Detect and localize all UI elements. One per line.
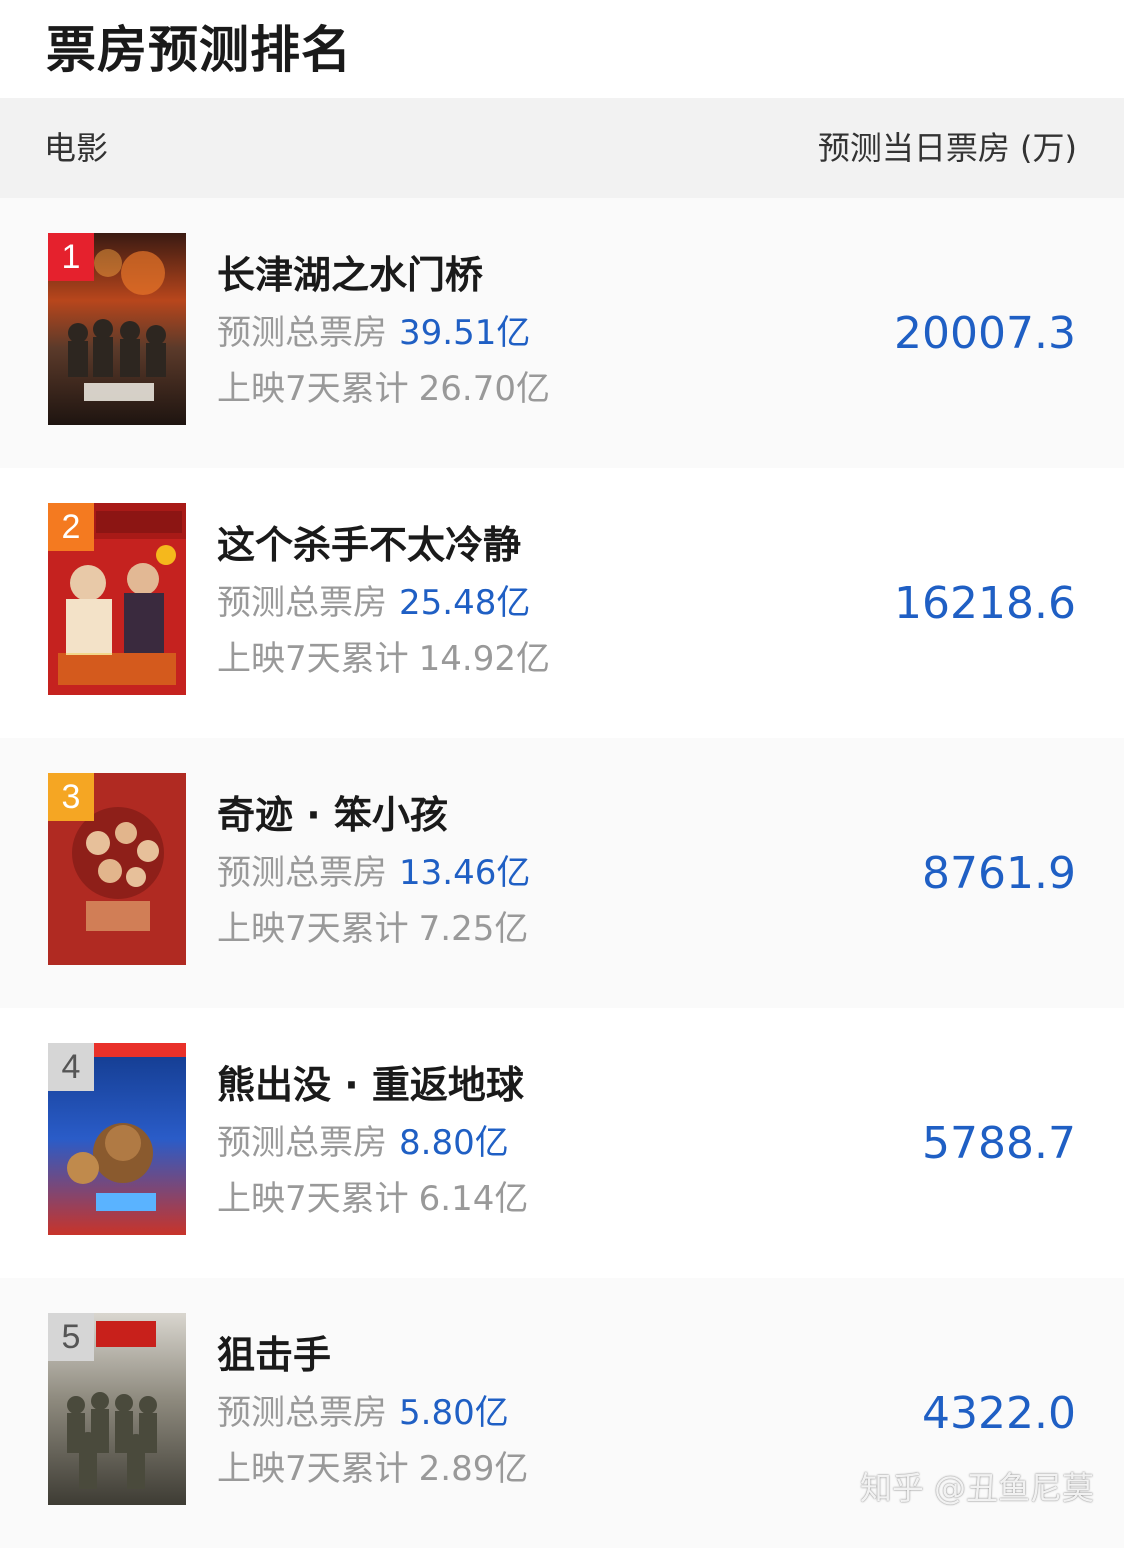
cumulative-line: 上映7天累计 14.92亿 — [217, 636, 550, 682]
cumulative-line: 上映7天累计 2.89亿 — [217, 1446, 528, 1492]
predicted-total-label: 预测总票房 — [217, 853, 387, 893]
movie-title: 奇迹 · 笨小孩 — [217, 793, 448, 837]
rank-badge: 1 — [48, 233, 94, 281]
predicted-total-line: 预测总票房 25.48亿 — [217, 580, 530, 626]
page-title: 票房预测排名 — [46, 21, 352, 79]
movie-title: 这个杀手不太冷静 — [217, 523, 522, 567]
movie-row[interactable]: 1 长津湖之水门桥 预测总票房 39.51亿 上映7天累计 26.70亿 20007… — [0, 198, 1124, 468]
comedy-movie-poster-icon: 2 — [48, 503, 186, 695]
predicted-total-value: 8.80亿 — [399, 1123, 509, 1163]
column-header-daily-box-office: 预测当日票房 (万) — [817, 129, 1077, 167]
predicted-total-value: 39.51亿 — [399, 313, 531, 353]
predicted-total-value: 25.48亿 — [399, 583, 531, 623]
cumulative-line: 上映7天累计 7.25亿 — [217, 906, 528, 952]
predicted-total-line: 预测总票房 39.51亿 — [217, 310, 530, 356]
cumulative-line: 上映7天累计 26.70亿 — [217, 366, 550, 412]
rank-badge: 3 — [48, 773, 94, 821]
cumulative-value: 26.70亿 — [418, 369, 550, 409]
movie-title: 熊出没 · 重返地球 — [217, 1063, 524, 1107]
cumulative-value: 7.25亿 — [418, 909, 529, 949]
predicted-total-label: 预测总票房 — [217, 1123, 387, 1163]
cumulative-label: 上映7天累计 — [217, 639, 409, 679]
table-header: 电影 预测当日票房 (万) — [0, 98, 1124, 198]
cumulative-label: 上映7天累计 — [217, 369, 409, 409]
cumulative-value: 6.14亿 — [418, 1179, 529, 1219]
daily-box-office-value: 20007.3 — [894, 308, 1076, 359]
movie-title: 狙击手 — [217, 1333, 332, 1377]
sniper-movie-poster-icon: 5 — [48, 1313, 186, 1505]
predicted-total-label: 预测总票房 — [217, 583, 387, 623]
war-movie-poster-icon: 1 — [48, 233, 186, 425]
cumulative-label: 上映7天累计 — [217, 1449, 409, 1489]
predicted-total-value: 5.80亿 — [399, 1393, 509, 1433]
predicted-total-label: 预测总票房 — [217, 313, 387, 353]
movie-row[interactable]: 2 这个杀手不太冷静 预测总票房 25.48亿 上映7天累计 14.92亿 1621… — [0, 468, 1124, 738]
predicted-total-line: 预测总票房 5.80亿 — [217, 1390, 509, 1436]
movie-title: 长津湖之水门桥 — [217, 253, 484, 297]
daily-box-office-value: 16218.6 — [894, 578, 1076, 629]
column-header-movie: 电影 — [44, 129, 109, 167]
watermark: 知乎 @丑鱼尼莫 — [859, 1469, 1094, 1507]
cumulative-line: 上映7天累计 6.14亿 — [217, 1176, 528, 1222]
predicted-total-value: 13.46亿 — [399, 853, 531, 893]
rank-badge: 2 — [48, 503, 94, 551]
predicted-total-line: 预测总票房 13.46亿 — [217, 850, 530, 896]
cumulative-label: 上映7天累计 — [217, 1179, 409, 1219]
animation-movie-poster-icon: 4 — [48, 1043, 186, 1235]
predicted-total-line: 预测总票房 8.80亿 — [217, 1120, 509, 1166]
cumulative-value: 14.92亿 — [418, 639, 550, 679]
daily-box-office-value: 5788.7 — [922, 1118, 1076, 1169]
movie-row[interactable]: 4 熊出没 · 重返地球 预测总票房 8.80亿 上映7天累计 6.14亿 5788… — [0, 1008, 1124, 1278]
rank-badge: 5 — [48, 1313, 94, 1361]
rank-badge: 4 — [48, 1043, 94, 1091]
predicted-total-label: 预测总票房 — [217, 1393, 387, 1433]
cumulative-label: 上映7天累计 — [217, 909, 409, 949]
daily-box-office-value: 4322.0 — [922, 1388, 1076, 1439]
daily-box-office-value: 8761.9 — [922, 848, 1076, 899]
ranking-list: 1 长津湖之水门桥 预测总票房 39.51亿 上映7天累计 26.70亿 20007… — [0, 198, 1124, 1548]
family-movie-poster-icon: 3 — [48, 773, 186, 965]
cumulative-value: 2.89亿 — [418, 1449, 529, 1489]
movie-row[interactable]: 3 奇迹 · 笨小孩 预测总票房 13.46亿 上映7天累计 7.25亿 8761.… — [0, 738, 1124, 1008]
